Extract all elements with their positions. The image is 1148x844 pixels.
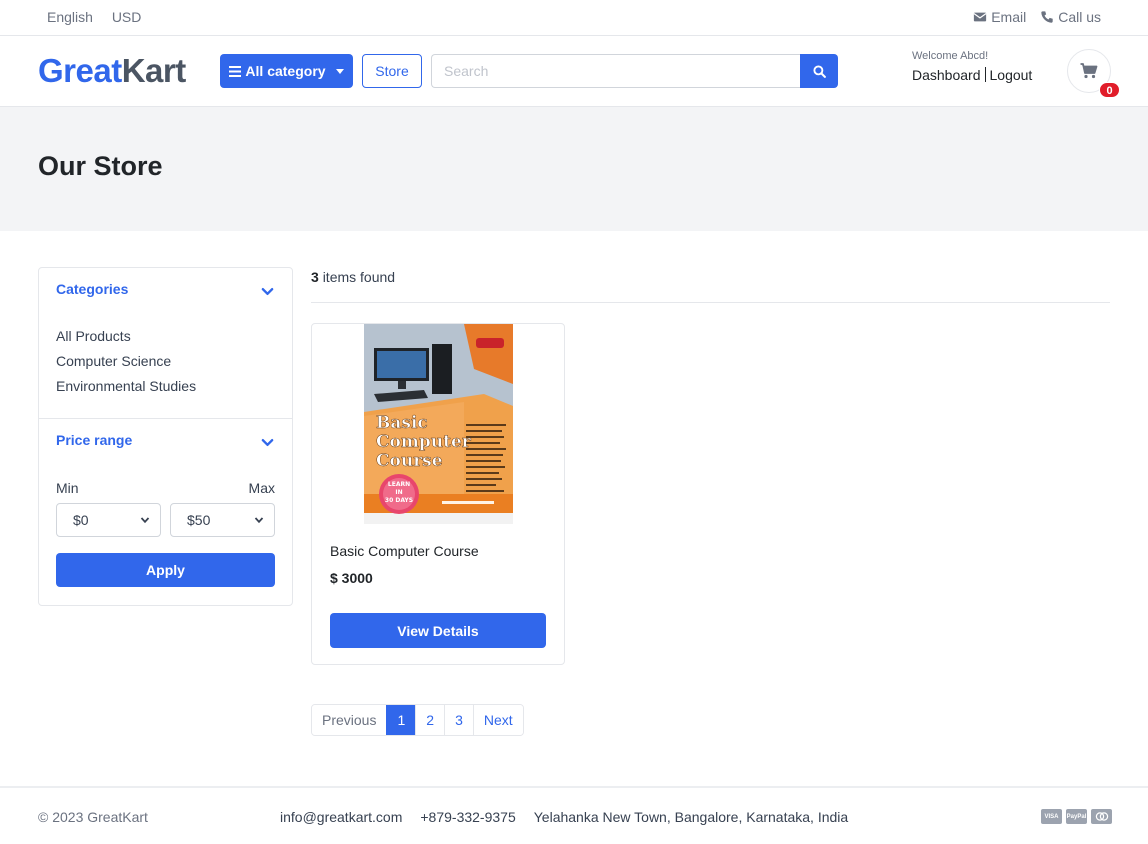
- shopping-cart-icon: [1080, 63, 1098, 79]
- items-found-text: 3 items found: [311, 269, 395, 285]
- max-price-value: $50: [187, 512, 211, 528]
- items-found-count: 3: [311, 269, 319, 285]
- dashboard-link[interactable]: Dashboard: [912, 67, 981, 83]
- product-name[interactable]: Basic Computer Course: [330, 543, 479, 559]
- category-list: All Products Computer Science Environmen…: [56, 328, 196, 403]
- logout-link[interactable]: Logout: [990, 67, 1033, 83]
- product-image[interactable]: Basic Computer Course LEARN IN 30 DAYS: [364, 324, 513, 524]
- pagination-previous[interactable]: Previous: [312, 705, 387, 735]
- search-input[interactable]: [431, 54, 800, 88]
- pagination-next[interactable]: Next: [472, 705, 523, 735]
- top-bar: English USD Email Call us: [0, 0, 1148, 36]
- footer-email[interactable]: info@greatkart.com: [280, 809, 402, 825]
- site-logo[interactable]: GreatKart: [38, 52, 186, 90]
- cover-title-line-2: Computer: [376, 432, 472, 452]
- search-button[interactable]: [800, 54, 838, 88]
- footer-address: Yelahanka New Town, Bangalore, Karnataka…: [533, 809, 849, 825]
- welcome-text: Welcome Abcd!: [912, 50, 989, 62]
- page-title-section: Our Store: [0, 107, 1148, 231]
- currency-selector[interactable]: USD: [112, 9, 142, 25]
- phone-icon: [1041, 11, 1053, 23]
- footer-contact: info@greatkart.com +879-332-9375 Yelahan…: [280, 809, 848, 825]
- copyright-text: © 2023 GreatKart: [38, 809, 148, 825]
- search-icon: [812, 64, 826, 78]
- caret-down-icon: [335, 68, 344, 74]
- pagination-page-3[interactable]: 3: [444, 705, 473, 735]
- call-link[interactable]: Call us: [1040, 9, 1101, 25]
- cover-badge-line-3: 30 DAYS: [385, 497, 413, 504]
- payment-icons: VISA PayPal: [1041, 809, 1112, 824]
- envelope-icon: [973, 12, 987, 22]
- category-item-all-products[interactable]: All Products: [56, 328, 196, 353]
- search-bar: [431, 54, 838, 88]
- email-link[interactable]: Email: [973, 9, 1026, 25]
- max-price-label: Max: [248, 480, 275, 496]
- min-price-value: $0: [73, 512, 89, 528]
- chevron-down-icon[interactable]: [261, 436, 274, 449]
- sidebar-divider: [39, 418, 292, 419]
- categories-heading[interactable]: Categories: [56, 281, 128, 297]
- select-chevron-icon: [254, 517, 264, 524]
- product-price: $ 3000: [330, 570, 373, 586]
- cover-badge-line-2: IN: [395, 489, 402, 496]
- max-price-select[interactable]: $50: [170, 503, 275, 537]
- cover-title-line-3: Course: [376, 451, 443, 471]
- cart-count-badge: 0: [1099, 82, 1120, 98]
- email-link-label: Email: [991, 9, 1027, 25]
- logo-great: Great: [38, 52, 122, 89]
- cover-badge-line-1: LEARN: [388, 481, 410, 488]
- chevron-down-icon[interactable]: [261, 285, 274, 298]
- price-range-heading[interactable]: Price range: [56, 432, 132, 448]
- locale-selectors: English USD: [47, 9, 156, 25]
- product-card: Basic Computer Course LEARN IN 30 DAYS B…: [311, 323, 565, 665]
- category-item-computer-science[interactable]: Computer Science: [56, 353, 196, 378]
- category-item-environmental-studies[interactable]: Environmental Studies: [56, 378, 196, 403]
- select-chevron-icon: [140, 517, 150, 524]
- all-category-label: All category: [245, 63, 326, 79]
- pagination-page-2[interactable]: 2: [415, 705, 445, 735]
- min-price-label: Min: [56, 480, 79, 496]
- apply-button[interactable]: Apply: [56, 553, 275, 587]
- all-category-button[interactable]: All category: [220, 54, 353, 88]
- page-title: Our Store: [38, 151, 163, 181]
- site-footer: © 2023 GreatKart info@greatkart.com +879…: [0, 786, 1148, 844]
- contact-links: Email Call us: [973, 9, 1101, 25]
- call-link-label: Call us: [1058, 9, 1101, 25]
- bars-icon: [229, 65, 242, 77]
- visa-icon: VISA: [1041, 809, 1062, 824]
- main-header: GreatKart All category Store Welcome Abc…: [0, 36, 1148, 107]
- link-separator: [984, 67, 986, 82]
- min-price-select[interactable]: $0: [56, 503, 161, 537]
- filter-sidebar: Categories All Products Computer Science…: [38, 267, 293, 606]
- results-divider: [311, 302, 1110, 303]
- footer-phone[interactable]: +879-332-9375: [420, 809, 515, 825]
- pagination-page-1[interactable]: 1: [386, 705, 416, 735]
- mastercard-icon: [1091, 809, 1112, 824]
- items-found-suffix: items found: [322, 269, 396, 285]
- paypal-icon: PayPal: [1066, 809, 1087, 824]
- user-links: Dashboard Logout: [912, 67, 1032, 83]
- logo-kart: Kart: [121, 52, 187, 89]
- cover-title-line-1: Basic: [376, 413, 428, 433]
- view-details-button[interactable]: View Details: [330, 613, 546, 648]
- store-button[interactable]: Store: [362, 54, 422, 88]
- pagination: Previous 1 2 3 Next: [311, 704, 524, 736]
- language-selector[interactable]: English: [47, 9, 93, 25]
